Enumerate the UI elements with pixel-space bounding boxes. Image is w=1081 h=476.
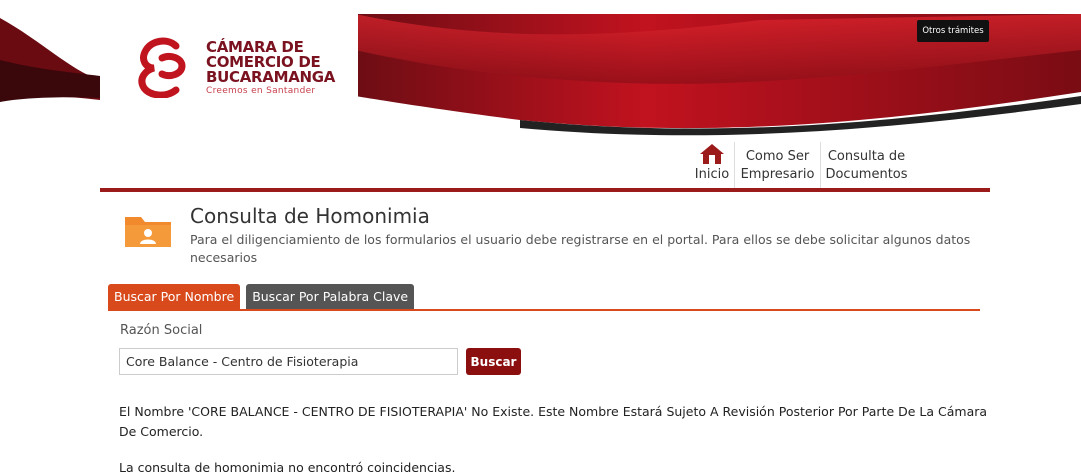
home-icon <box>700 144 724 164</box>
tab-buscar-por-palabra-clave[interactable]: Buscar Por Palabra Clave <box>246 284 415 310</box>
nav-item-consulta-documentos[interactable]: Consulta de Documentos <box>820 142 912 188</box>
nav-item-como-ser-empresario[interactable]: Como Ser Empresario <box>734 142 820 188</box>
result-message: El Nombre 'CORE BALANCE - CENTRO DE FISI… <box>119 404 988 439</box>
buscar-button[interactable]: Buscar <box>466 348 521 375</box>
nav-item-label: Empresario <box>740 167 815 182</box>
logo-tagline: Creemos en Santander <box>206 86 316 96</box>
main-nav: Inicio Como Ser Empresario Consulta de D… <box>690 142 912 188</box>
logo-line-3: BUCARAMANGA <box>206 68 336 86</box>
page-title: Consulta de Homonimia <box>190 204 430 228</box>
logo-text: CÁMARA DE COMERCIO DE BUCARAMANGA <box>206 40 335 85</box>
logo[interactable]: CÁMARA DE COMERCIO DE BUCARAMANGA Creemo… <box>102 14 358 136</box>
nav-item-label: Como Ser <box>745 149 810 164</box>
tab-buscar-por-nombre[interactable]: Buscar Por Nombre <box>108 284 241 310</box>
nav-item-inicio[interactable]: Inicio <box>690 142 734 188</box>
razon-social-label: Razón Social <box>120 323 203 338</box>
otros-tramites-button[interactable]: Otros trámites <box>917 20 989 42</box>
razon-social-input[interactable] <box>119 348 458 375</box>
tab-underline <box>108 309 980 311</box>
nav-item-label: Consulta de <box>827 149 906 164</box>
logo-mark-icon <box>138 37 186 98</box>
nav-item-label: Inicio <box>694 167 730 182</box>
nav-divider <box>100 188 990 192</box>
folder-user-icon <box>125 217 171 247</box>
search-tabs: Buscar Por Nombre Buscar Por Palabra Cla… <box>108 284 415 310</box>
no-match-message: La consulta de homonimia no encontró coi… <box>119 460 456 475</box>
nav-item-label: Documentos <box>825 167 908 182</box>
page-subtitle: Para el diligenciamiento de los formular… <box>190 232 971 265</box>
